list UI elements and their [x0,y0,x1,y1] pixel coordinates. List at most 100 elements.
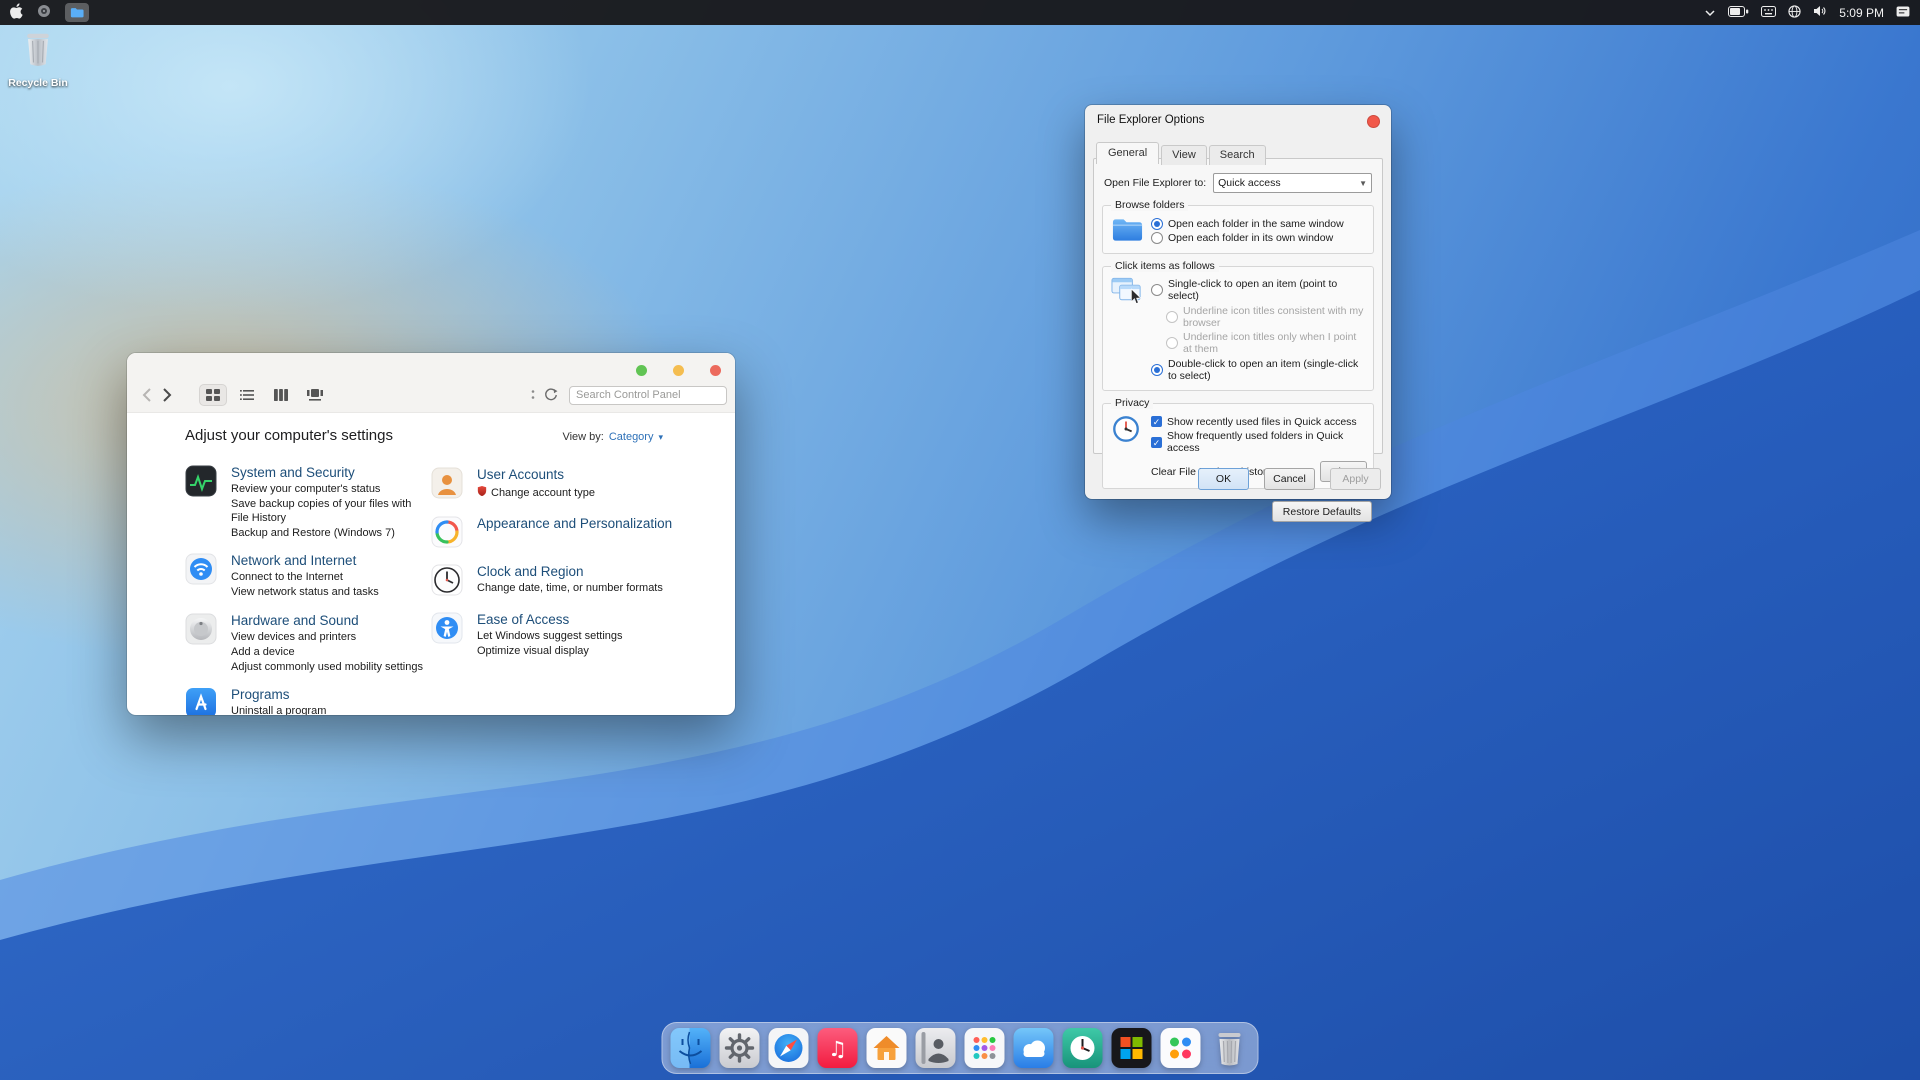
tab-view[interactable]: View [1161,145,1207,165]
menu-bar: 5:09 PM [0,0,1920,25]
disc-menu-icon[interactable] [37,4,51,21]
apple-menu-icon[interactable] [10,3,23,22]
hardware-icon[interactable] [185,613,217,645]
radio-double-click[interactable] [1151,364,1163,376]
safari-icon[interactable] [769,1028,809,1068]
notification-center-icon[interactable] [1896,6,1910,20]
radio-label[interactable]: Single-click to open an item (point to s… [1168,278,1367,302]
restore-defaults-button[interactable]: Restore Defaults [1272,501,1372,522]
category-title[interactable]: Network and Internet [231,553,379,568]
photos-cloud-icon[interactable] [1014,1028,1054,1068]
user-accounts-icon[interactable] [431,467,463,499]
category-title[interactable]: System and Security [231,465,421,480]
action-menu-icon[interactable] [531,389,535,401]
search-input[interactable] [569,386,727,405]
category-title[interactable]: Appearance and Personalization [477,516,672,531]
contacts-icon[interactable] [916,1028,956,1068]
dialog-title: File Explorer Options [1097,114,1204,126]
clock-region-icon[interactable] [431,564,463,596]
trash-icon[interactable] [1210,1028,1250,1068]
category-network-and-internet: Network and Internet Connect to the Inte… [185,553,431,600]
control-panel-window: Adjust your computer's settings View by:… [127,353,735,715]
ok-button[interactable]: OK [1198,468,1249,490]
checkbox-recent-files[interactable] [1151,416,1162,427]
category-title[interactable]: User Accounts [477,467,595,482]
radio-same-window[interactable] [1151,218,1163,230]
category-link[interactable]: Backup and Restore (Windows 7) [231,527,421,541]
apply-button[interactable]: Apply [1330,468,1381,490]
music-icon[interactable]: ♫ [818,1028,858,1068]
active-app-folder-icon[interactable] [65,3,89,22]
tab-search[interactable]: Search [1209,145,1266,165]
widgets-icon[interactable] [1161,1028,1201,1068]
checkbox-frequent-folders[interactable] [1151,437,1162,448]
category-title[interactable]: Ease of Access [477,612,623,627]
tab-general[interactable]: General [1096,142,1159,164]
finder-icon[interactable] [671,1028,711,1068]
category-title[interactable]: Programs [231,687,326,702]
recycle-bin[interactable]: Recycle Bin [6,28,70,89]
list-view-button[interactable] [233,384,261,406]
radio-single-click[interactable] [1151,284,1163,296]
open-explorer-value: Quick access [1218,177,1280,189]
category-link[interactable]: Adjust commonly used mobility settings [231,661,423,675]
checkbox-label[interactable]: Show frequently used folders in Quick ac… [1167,430,1367,454]
ease-of-access-icon[interactable] [431,612,463,644]
radio-label[interactable]: Underline icon titles consistent with my… [1183,305,1367,329]
volume-icon[interactable] [1813,5,1827,20]
radio-label[interactable]: Open each folder in the same window [1168,218,1344,230]
system-settings-icon[interactable] [720,1028,760,1068]
programs-icon[interactable] [185,687,217,715]
category-title[interactable]: Clock and Region [477,564,663,579]
category-programs: Programs Uninstall a program [185,687,431,715]
category-link[interactable]: Review your computer's status [231,483,421,497]
forward-icon[interactable] [157,384,177,406]
view-by-label: View by: [562,431,603,443]
system-security-icon[interactable] [185,465,217,497]
category-link[interactable]: Optimize visual display [477,645,623,659]
category-link[interactable]: View network status and tasks [231,586,379,600]
category-title[interactable]: Hardware and Sound [231,613,423,628]
category-link[interactable]: Save backup copies of your files with Fi… [231,498,421,525]
open-explorer-label: Open File Explorer to: [1104,177,1206,189]
globe-icon[interactable] [1788,5,1801,21]
category-ease-of-access: Ease of Access Let Windows suggest setti… [431,612,721,659]
keyboard-icon[interactable] [1761,6,1776,20]
radio-own-window[interactable] [1151,232,1163,244]
clock-app-icon[interactable] [1063,1028,1103,1068]
chevron-down-icon[interactable] [1704,6,1716,20]
view-by-dropdown[interactable]: Category [609,431,654,443]
category-link[interactable]: View devices and printers [231,631,423,645]
cancel-button[interactable]: Cancel [1264,468,1315,490]
checkbox-label[interactable]: Show recently used files in Quick access [1167,416,1357,428]
battery-icon[interactable] [1728,6,1749,20]
windows-tile-icon[interactable] [1112,1028,1152,1068]
window-close-button[interactable] [710,365,721,376]
window-minimize-button[interactable] [636,365,647,376]
category-link[interactable]: Let Windows suggest settings [477,630,623,644]
back-icon[interactable] [137,384,157,406]
radio-label[interactable]: Open each folder in its own window [1168,232,1333,244]
gallery-view-button[interactable] [301,384,329,406]
column-view-button[interactable] [267,384,295,406]
appearance-icon[interactable] [431,516,463,548]
dialog-close-button[interactable] [1367,115,1380,128]
radio-underline-point[interactable] [1166,337,1178,349]
home-app-icon[interactable] [867,1028,907,1068]
category-clock-and-region: Clock and Region Change date, time, or n… [431,564,721,596]
category-link[interactable]: Change date, time, or number formats [477,582,663,596]
menu-bar-clock[interactable]: 5:09 PM [1839,6,1884,20]
category-link[interactable]: Uninstall a program [231,705,326,715]
category-link[interactable]: Change account type [491,487,595,499]
launchpad-icon[interactable] [965,1028,1005,1068]
icon-view-button[interactable] [199,384,227,406]
radio-label[interactable]: Underline icon titles only when I point … [1183,331,1367,355]
radio-label[interactable]: Double-click to open an item (single-cli… [1168,358,1367,382]
category-link[interactable]: Add a device [231,646,423,660]
network-icon[interactable] [185,553,217,585]
radio-underline-consistent[interactable] [1166,311,1178,323]
open-explorer-dropdown[interactable]: Quick access ▼ [1213,173,1372,193]
category-link[interactable]: Connect to the Internet [231,571,379,585]
window-zoom-button[interactable] [673,365,684,376]
refresh-icon[interactable] [541,385,561,405]
